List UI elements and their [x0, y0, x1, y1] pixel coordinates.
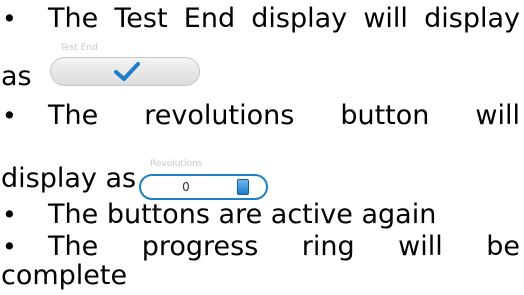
word: The	[48, 199, 99, 230]
word: will	[363, 3, 408, 34]
word: End	[183, 3, 236, 34]
word: will	[475, 100, 520, 131]
word: be	[486, 231, 520, 262]
word: will	[398, 231, 443, 262]
continuation-text: display as	[1, 163, 137, 194]
word: progress	[141, 231, 259, 262]
bullet-marker: •	[2, 101, 17, 130]
bullet-text: The Test End display will display	[48, 0, 520, 38]
document-page: • The Test End display will display as T…	[0, 0, 524, 292]
bullet-text: The revolutions button will	[48, 97, 520, 135]
checkmark-icon	[114, 62, 140, 81]
word: The	[48, 100, 99, 131]
revolutions-faint-label: Revolutions	[150, 159, 203, 169]
bullet-line-test-end: • The Test End display will display	[0, 0, 524, 38]
word: ring	[301, 231, 355, 262]
word: button	[340, 100, 430, 131]
phone-icon	[237, 179, 249, 195]
word: are	[218, 199, 263, 230]
word: display	[251, 3, 348, 34]
word: Test	[114, 3, 168, 34]
bullet-marker: •	[2, 4, 17, 33]
word: buttons	[106, 199, 210, 230]
test-end-display	[50, 57, 200, 86]
revolutions-value: 0	[182, 180, 190, 194]
test-end-faint-label: Test End	[60, 43, 98, 53]
word: The	[48, 3, 99, 34]
word: again	[361, 199, 437, 230]
continuation-text: complete	[1, 260, 128, 291]
word: display	[424, 3, 520, 34]
word: revolutions	[144, 100, 295, 131]
word: active	[270, 199, 353, 230]
continuation-text: as	[1, 61, 32, 92]
bullet-line-revolutions: • The revolutions button will	[0, 97, 524, 135]
